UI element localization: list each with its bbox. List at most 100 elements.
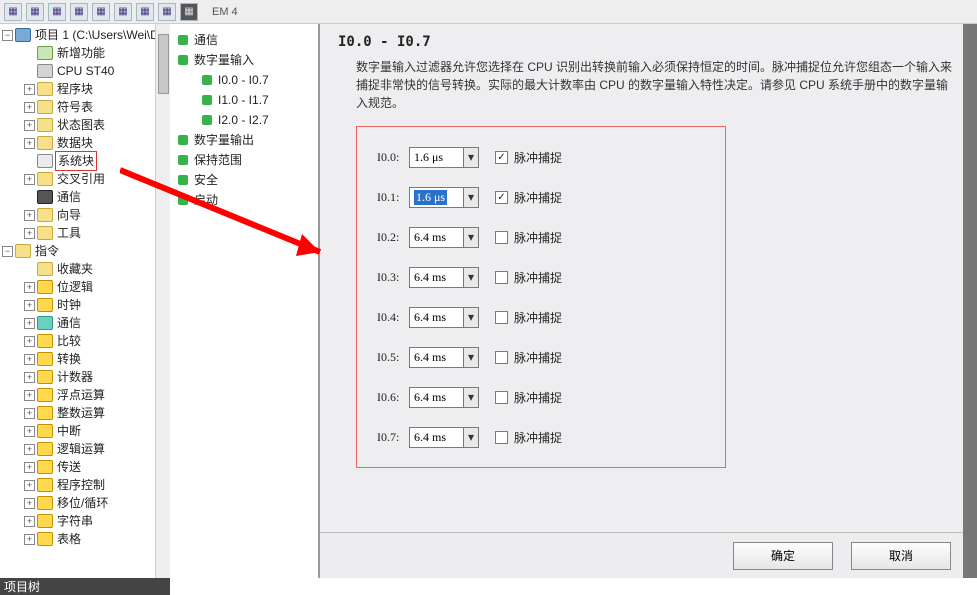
toolbar-icon[interactable]: ▦ [48, 3, 66, 21]
sysblock-item[interactable]: 通信 [170, 30, 318, 50]
toolbar-icon[interactable]: ▦ [136, 3, 154, 21]
pulse-capture-label: 脉冲捕捉 [514, 309, 562, 326]
tree-item[interactable]: 新增功能 [0, 44, 168, 62]
tree-item[interactable]: +交叉引用 [0, 170, 168, 188]
em-label: EM 4 [212, 6, 238, 18]
toolbar-icon[interactable]: ▦ [26, 3, 44, 21]
toolbar-icon[interactable]: ▦ [92, 3, 110, 21]
toolbar-icon[interactable]: ▦ [70, 3, 88, 21]
toolbar-icon[interactable]: ▦ [114, 3, 132, 21]
tree-item[interactable]: +字符串 [0, 512, 168, 530]
toolbar-icon[interactable]: ▦ [180, 3, 198, 21]
sysblock-item[interactable]: I0.0 - I0.7 [170, 70, 318, 90]
pulse-capture-label: 脉冲捕捉 [514, 229, 562, 246]
tree-item[interactable]: +数据块 [0, 134, 168, 152]
tree-item[interactable]: 收藏夹 [0, 260, 168, 278]
filter-select[interactable]: 6.4 ms▾ [409, 227, 479, 248]
tree-section[interactable]: −指令 [0, 242, 168, 260]
pulse-capture-checkbox[interactable] [495, 231, 508, 244]
pulse-capture-checkbox[interactable] [495, 271, 508, 284]
filter-row: I0.6: 6.4 ms▾ 脉冲捕捉 [377, 385, 695, 409]
tree-item[interactable]: +传送 [0, 458, 168, 476]
tree-item[interactable]: +表格 [0, 530, 168, 548]
tree-item[interactable]: +通信 [0, 314, 168, 332]
io-label: I0.7: [377, 430, 409, 445]
tree-item[interactable]: +工具 [0, 224, 168, 242]
dropdown-icon: ▾ [463, 348, 478, 367]
dropdown-icon: ▾ [463, 228, 478, 247]
filter-select[interactable]: 6.4 ms▾ [409, 387, 479, 408]
pulse-capture-label: 脉冲捕捉 [514, 189, 562, 206]
io-label: I0.2: [377, 230, 409, 245]
io-label: I0.3: [377, 270, 409, 285]
tree-item[interactable]: 系统块 [0, 152, 168, 170]
io-label: I0.4: [377, 310, 409, 325]
filter-row: I0.2: 6.4 ms▾ 脉冲捕捉 [377, 225, 695, 249]
pulse-capture-checkbox[interactable] [495, 431, 508, 444]
tree-item[interactable]: +程序块 [0, 80, 168, 98]
filter-select[interactable]: 1.6 μs▾ [409, 187, 479, 208]
config-panel: I0.0 - I0.7 数字量输入过滤器允许您选择在 CPU 识别出转换前输入必… [320, 24, 977, 578]
panel-title: I0.0 - I0.7 [320, 24, 977, 52]
tree-item[interactable]: CPU ST40 [0, 62, 168, 80]
left-scrollbar[interactable] [155, 24, 170, 578]
io-label: I0.1: [377, 190, 409, 205]
sysblock-item[interactable]: 数字量输入 [170, 50, 318, 70]
tree-item[interactable]: +向导 [0, 206, 168, 224]
pulse-capture-label: 脉冲捕捉 [514, 269, 562, 286]
pulse-capture-label: 脉冲捕捉 [514, 429, 562, 446]
sysblock-item[interactable]: 启动 [170, 190, 318, 210]
sysblock-item[interactable]: 安全 [170, 170, 318, 190]
sysblock-item[interactable]: I2.0 - I2.7 [170, 110, 318, 130]
project-tree-panel: −项目 1 (C:\Users\Wei\D新增功能CPU ST40+程序块+符号… [0, 24, 170, 578]
io-label: I0.6: [377, 390, 409, 405]
tree-item[interactable]: +中断 [0, 422, 168, 440]
filter-select[interactable]: 6.4 ms▾ [409, 267, 479, 288]
filter-row: I0.7: 6.4 ms▾ 脉冲捕捉 [377, 425, 695, 449]
tree-item[interactable]: +时钟 [0, 296, 168, 314]
tree-item[interactable]: +程序控制 [0, 476, 168, 494]
dropdown-icon: ▾ [463, 428, 478, 447]
pulse-capture-label: 脉冲捕捉 [514, 389, 562, 406]
pulse-capture-checkbox[interactable]: ✓ [495, 191, 508, 204]
tree-item[interactable]: +逻辑运算 [0, 440, 168, 458]
sysblock-item[interactable]: 保持范围 [170, 150, 318, 170]
dropdown-icon: ▾ [463, 148, 478, 167]
tree-item[interactable]: 通信 [0, 188, 168, 206]
pulse-capture-checkbox[interactable] [495, 351, 508, 364]
filter-select[interactable]: 6.4 ms▾ [409, 427, 479, 448]
tree-item[interactable]: +符号表 [0, 98, 168, 116]
dialog-button-bar: 确定 取消 [320, 532, 977, 578]
system-block-tree-panel: 通信数字量输入I0.0 - I0.7I1.0 - I1.7I2.0 - I2.7… [170, 24, 320, 578]
io-label: I0.0: [377, 150, 409, 165]
ok-button[interactable]: 确定 [733, 542, 833, 570]
tree-item[interactable]: +比较 [0, 332, 168, 350]
filter-select[interactable]: 1.6 μs▾ [409, 147, 479, 168]
pulse-capture-label: 脉冲捕捉 [514, 349, 562, 366]
tree-item[interactable]: +浮点运算 [0, 386, 168, 404]
pulse-capture-label: 脉冲捕捉 [514, 149, 562, 166]
pulse-capture-checkbox[interactable] [495, 391, 508, 404]
tree-root[interactable]: −项目 1 (C:\Users\Wei\D [0, 26, 168, 44]
tree-item[interactable]: +计数器 [0, 368, 168, 386]
sysblock-item[interactable]: I1.0 - I1.7 [170, 90, 318, 110]
filter-row: I0.3: 6.4 ms▾ 脉冲捕捉 [377, 265, 695, 289]
tree-item[interactable]: +移位/循环 [0, 494, 168, 512]
cancel-button[interactable]: 取消 [851, 542, 951, 570]
filter-select[interactable]: 6.4 ms▾ [409, 307, 479, 328]
toolbar-icon[interactable]: ▦ [4, 3, 22, 21]
top-toolbar: ▦ ▦ ▦ ▦ ▦ ▦ ▦ ▦ ▦ EM 4 [0, 0, 977, 24]
filter-select[interactable]: 6.4 ms▾ [409, 347, 479, 368]
toolbar-icon[interactable]: ▦ [158, 3, 176, 21]
pulse-capture-checkbox[interactable] [495, 311, 508, 324]
tree-item[interactable]: +整数运算 [0, 404, 168, 422]
pulse-capture-checkbox[interactable]: ✓ [495, 151, 508, 164]
tree-item[interactable]: +转换 [0, 350, 168, 368]
filter-row: I0.1: 1.6 μs▾ ✓ 脉冲捕捉 [377, 185, 695, 209]
dropdown-icon: ▾ [463, 388, 478, 407]
sysblock-item[interactable]: 数字量输出 [170, 130, 318, 150]
tree-item[interactable]: +状态图表 [0, 116, 168, 134]
panel-description: 数字量输入过滤器允许您选择在 CPU 识别出转换前输入必须保持恒定的时间。脉冲捕… [320, 52, 977, 120]
io-label: I0.5: [377, 350, 409, 365]
tree-item[interactable]: +位逻辑 [0, 278, 168, 296]
